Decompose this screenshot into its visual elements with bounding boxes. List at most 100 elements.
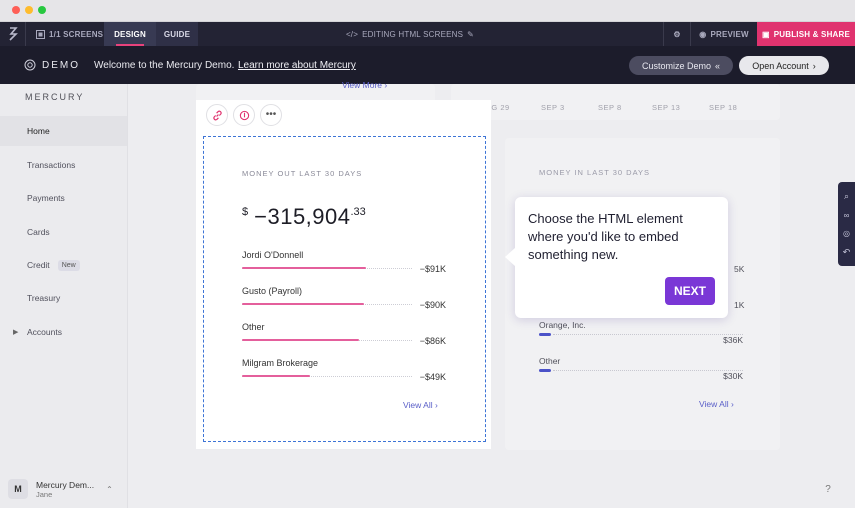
- row-amount: −$91K: [419, 264, 446, 274]
- money-in-label: MONEY IN LAST 30 DAYS: [539, 168, 651, 177]
- sidebar: MERCURY Home Transactions Payments Cards…: [0, 84, 128, 508]
- row-name: Other: [539, 356, 561, 366]
- row-track: [553, 334, 743, 335]
- row-bar: [242, 375, 310, 377]
- sidebar-item-label: Credit: [27, 260, 50, 270]
- row-name: Gusto (Payroll): [242, 286, 303, 296]
- gear-icon: ⚙: [673, 29, 681, 39]
- publish-label: PUBLISH & SHARE: [773, 29, 851, 39]
- tooltip-text: Choose the HTML element where you'd like…: [528, 211, 683, 262]
- row-bar: [242, 267, 366, 269]
- floating-toolbar: ⌕ ∞ ◎ ↶: [838, 182, 855, 266]
- ellipsis-icon: •••: [265, 109, 277, 120]
- new-badge: New: [57, 259, 80, 271]
- guide-tooltip: Choose the HTML element where you'd like…: [505, 197, 728, 318]
- account-user: Jane: [36, 489, 53, 499]
- view-all-label: View All: [403, 400, 433, 410]
- row-amount: −$49K: [419, 372, 446, 382]
- money-in-row[interactable]: Orange, Inc. $36K: [539, 320, 743, 345]
- window-titlebar: [0, 0, 855, 22]
- sidebar-item-treasury[interactable]: Treasury: [0, 283, 127, 313]
- link-button[interactable]: [206, 104, 228, 126]
- tab-design[interactable]: DESIGN: [104, 22, 156, 46]
- eye-icon: ◉: [699, 29, 707, 39]
- undo-icon[interactable]: ↶: [843, 247, 851, 258]
- gift-icon: ▣: [761, 29, 770, 39]
- tab-guide[interactable]: GUIDE: [156, 22, 198, 46]
- demo-brand: DEMO: [24, 59, 80, 71]
- view-more-label: View More: [342, 80, 382, 90]
- demo-welcome-text: Welcome to the Mercury Demo.: [94, 60, 235, 71]
- customize-label: Customize Demo: [641, 60, 711, 71]
- row-amount: −$90K: [419, 300, 446, 310]
- row-name: Orange, Inc.: [539, 320, 586, 330]
- date-label: SEP 18: [709, 103, 738, 112]
- account-switcher[interactable]: M Mercury Dem... Jane ⌃: [8, 476, 120, 502]
- sidebar-item-credit[interactable]: Credit New: [0, 250, 127, 280]
- search-icon[interactable]: ⌕: [844, 191, 849, 202]
- sidebar-item-accounts[interactable]: ▶ Accounts: [0, 317, 127, 347]
- sidebar-item-label: Cards: [27, 227, 50, 237]
- pencil-icon[interactable]: ✎: [467, 30, 474, 39]
- row-bar: [242, 303, 364, 305]
- row-name: Jordi O'Donnell: [242, 250, 304, 260]
- avatar: M: [8, 479, 28, 499]
- sidebar-item-label: Accounts: [27, 327, 62, 337]
- hide-button[interactable]: [233, 104, 255, 126]
- next-button[interactable]: NEXT: [665, 277, 715, 305]
- editing-title: EDITING HTML SCREENS: [362, 29, 464, 39]
- customize-demo-button[interactable]: Customize Demo «: [629, 56, 733, 75]
- money-out-row[interactable]: Jordi O'Donnell −$91K: [242, 250, 446, 280]
- row-amount: $30K: [723, 371, 743, 381]
- editing-mode-label: </> EDITING HTML SCREENS ✎: [330, 22, 490, 46]
- sidebar-brand: MERCURY: [25, 92, 85, 102]
- sidebar-item-payments[interactable]: Payments: [0, 183, 127, 213]
- row-bar: [539, 369, 551, 372]
- money-in-partial-amount: 5K: [734, 264, 745, 274]
- sidebar-item-label: Home: [27, 126, 50, 136]
- link-icon[interactable]: ∞: [844, 211, 850, 220]
- editor-toolbar: 1/1 SCREENS DESIGN GUIDE </> EDITING HTM…: [0, 22, 855, 46]
- row-name: Other: [242, 322, 265, 332]
- screens-icon: [36, 29, 45, 39]
- code-icon: </>: [345, 29, 359, 39]
- double-chevron-icon: «: [715, 60, 721, 71]
- account-info: Mercury Dem... Jane: [36, 480, 94, 499]
- sidebar-item-home[interactable]: Home: [0, 116, 127, 146]
- total-cents: .33: [350, 206, 366, 218]
- eye-icon[interactable]: ◎: [843, 229, 850, 238]
- money-in-row[interactable]: Other $30K: [539, 356, 743, 381]
- minimize-window-button[interactable]: [25, 6, 33, 14]
- money-out-label: MONEY OUT LAST 30 DAYS: [242, 169, 363, 178]
- publish-share-button[interactable]: ▣ PUBLISH & SHARE: [757, 22, 855, 46]
- money-out-view-all-link[interactable]: View All ›: [403, 400, 438, 410]
- row-track: [553, 370, 743, 371]
- settings-button[interactable]: ⚙: [663, 22, 691, 46]
- help-button[interactable]: ?: [820, 484, 836, 500]
- view-all-label: View All: [699, 399, 729, 409]
- sidebar-item-label: Treasury: [27, 293, 61, 303]
- learn-more-link[interactable]: Learn more about Mercury: [238, 60, 356, 71]
- maximize-window-button[interactable]: [38, 6, 46, 14]
- sidebar-item-label: Transactions: [27, 160, 76, 170]
- view-more-link[interactable]: View More ›: [342, 80, 387, 90]
- chevron-right-icon: ›: [812, 60, 816, 71]
- money-out-row[interactable]: Other −$86K: [242, 322, 446, 352]
- total-amount: −315,904: [254, 204, 351, 229]
- sidebar-item-cards[interactable]: Cards: [0, 217, 127, 247]
- sidebar-item-transactions[interactable]: Transactions: [0, 150, 127, 180]
- money-out-row[interactable]: Milgram Brokerage −$49K: [242, 358, 446, 388]
- open-account-button[interactable]: Open Account ›: [739, 56, 829, 75]
- money-out-row[interactable]: Gusto (Payroll) −$90K: [242, 286, 446, 316]
- row-name: Milgram Brokerage: [242, 358, 319, 368]
- app-logo-icon[interactable]: [0, 22, 26, 46]
- date-label: SEP 8: [598, 103, 622, 112]
- screens-selector[interactable]: 1/1 SCREENS: [26, 22, 115, 46]
- close-window-button[interactable]: [12, 6, 20, 14]
- link-icon: [212, 110, 222, 120]
- preview-label: PREVIEW: [710, 29, 749, 39]
- money-in-view-all-link[interactable]: View All ›: [699, 399, 734, 409]
- more-options-button[interactable]: •••: [260, 104, 282, 126]
- date-label: SEP 13: [652, 103, 681, 112]
- preview-button[interactable]: ◉ PREVIEW: [691, 22, 757, 46]
